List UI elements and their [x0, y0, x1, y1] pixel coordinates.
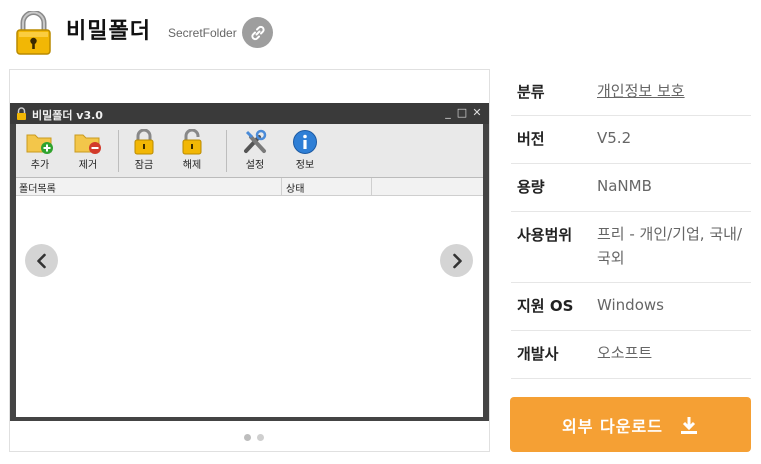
unlock-icon: [182, 129, 202, 155]
screenshot-image: 비밀폴더 v3.0 _ □ ✕ 추가 제거 잠금 해제 설정 정보 폴더목록 상…: [10, 103, 489, 421]
info-key: 사용범위: [517, 226, 573, 244]
page-title: 비밀폴더: [66, 19, 151, 44]
lock-icon: [134, 129, 154, 155]
info-row-size: 용량 NaNMB: [511, 164, 751, 212]
info-value: Windows: [597, 296, 664, 314]
pagination-dot[interactable]: [257, 434, 264, 441]
close-icon: ✕: [472, 106, 482, 119]
download-icon: [680, 416, 697, 434]
info-row-license: 사용범위 프리 - 개인/기업, 국내/국외: [511, 212, 751, 283]
info-row-os: 지원 OS Windows: [511, 283, 751, 331]
tools-icon: [244, 129, 267, 153]
gallery-prev-button[interactable]: [25, 244, 58, 277]
folder-add-icon: [26, 134, 53, 154]
column-header: 폴더목록: [19, 184, 56, 195]
info-key: 용량: [517, 178, 545, 196]
link-icon: [250, 25, 265, 40]
info-table: 분류 개인정보 보호 버전 V5.2 용량 NaNMB 사용범위 프리 - 개인…: [511, 69, 751, 379]
toolbar-separator: [118, 130, 119, 172]
app-subtitle: SecretFolder: [168, 26, 237, 40]
download-button[interactable]: 외부 다운로드: [510, 397, 751, 452]
toolbar-lock: 잠금: [122, 127, 166, 175]
pagination-dot[interactable]: [244, 434, 251, 441]
download-label: 외부 다운로드: [562, 416, 663, 436]
window-titlebar: 비밀폴더 v3.0 _ □ ✕: [10, 103, 489, 124]
info-value: 개인정보 보호: [597, 79, 747, 103]
toolbar-unlock: 해제: [170, 127, 214, 175]
column-divider: [281, 178, 282, 195]
folder-remove-icon: [74, 134, 101, 154]
info-key: 개발사: [517, 345, 559, 363]
toolbar-info: 정보: [283, 127, 327, 175]
toolbar-remove: 제거: [66, 127, 110, 175]
gallery-next-button[interactable]: [440, 244, 473, 277]
gallery-pagination: [244, 434, 264, 441]
chevron-right-icon: [452, 253, 462, 268]
toolbar-separator: [226, 130, 227, 172]
info-row-developer: 개발사 오소프트: [511, 331, 751, 379]
info-icon: [293, 130, 317, 154]
window-title: 비밀폴더 v3.0: [32, 109, 103, 122]
info-value: NaNMB: [597, 177, 652, 195]
column-divider: [371, 178, 372, 195]
minimize-icon: _: [445, 106, 451, 119]
chevron-left-icon: [36, 253, 46, 268]
info-value: 프리 - 개인/기업, 국내/국외: [597, 225, 742, 267]
maximize-icon: □: [456, 106, 468, 119]
toolbar-add: 추가: [18, 127, 62, 175]
info-row-category: 분류 개인정보 보호: [511, 69, 751, 116]
category-link[interactable]: 개인정보 보호: [597, 82, 685, 100]
window-toolbar: 추가 제거 잠금 해제 설정 정보: [16, 124, 483, 178]
link-button[interactable]: [242, 17, 273, 48]
info-key: 버전: [517, 130, 545, 148]
window-lock-icon: [17, 107, 26, 120]
folder-list: 폴더목록 상태: [16, 178, 483, 417]
info-key: 지원 OS: [517, 297, 574, 315]
list-header: 폴더목록 상태: [16, 178, 483, 196]
info-value: V5.2: [597, 129, 632, 147]
padlock-icon: [15, 10, 52, 55]
info-value: 오소프트: [597, 344, 653, 362]
info-key: 분류: [517, 83, 545, 101]
column-header: 상태: [286, 184, 305, 195]
info-row-version: 버전 V5.2: [511, 116, 751, 164]
toolbar-settings: 설정: [233, 127, 277, 175]
